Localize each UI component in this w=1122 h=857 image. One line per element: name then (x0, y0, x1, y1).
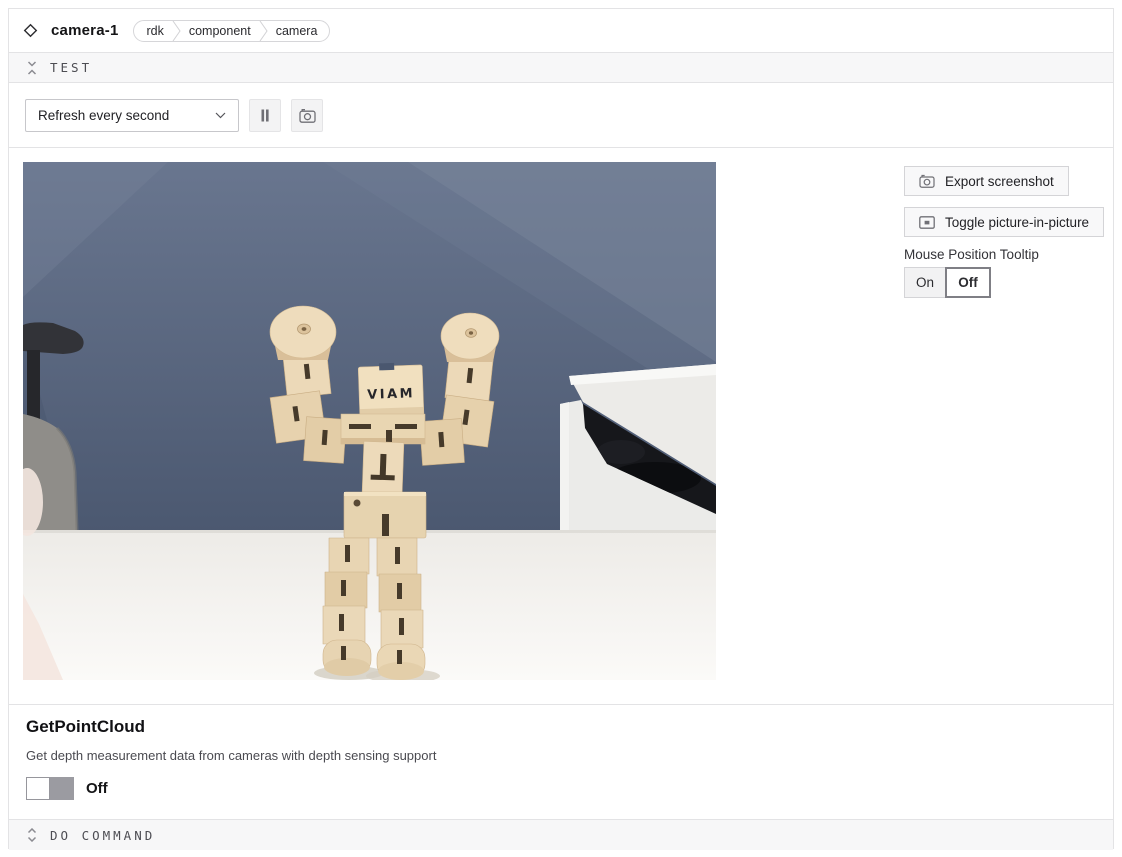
picture-in-picture-icon (919, 216, 935, 229)
breadcrumb-separator-icon (259, 21, 268, 41)
do-command-section-label: DO COMMAND (50, 828, 155, 843)
test-panel-body: VIAM (9, 147, 1113, 704)
refresh-controls: Refresh every second (9, 83, 1113, 147)
toggle-pip-button[interactable]: Toggle picture-in-picture (904, 207, 1104, 237)
do-command-section-header[interactable]: DO COMMAND (9, 819, 1113, 850)
test-section-label: TEST (50, 60, 92, 75)
expand-icon[interactable] (26, 828, 38, 842)
mouse-position-tooltip-label: Mouse Position Tooltip (904, 247, 1039, 262)
breadcrumb-item-camera: camera (276, 24, 318, 38)
get-point-cloud-toggle-state: Off (86, 780, 108, 797)
breadcrumb-item-component: component (189, 24, 251, 38)
get-point-cloud-toggle[interactable] (26, 777, 74, 800)
toggle-pip-label: Toggle picture-in-picture (945, 215, 1089, 230)
camera-icon (919, 174, 935, 188)
mouse-tooltip-segmented-control: On Off (904, 267, 991, 298)
pause-refresh-button[interactable] (249, 99, 281, 132)
get-point-cloud-description: Get depth measurement data from cameras … (26, 748, 436, 763)
camera-icon (299, 108, 316, 123)
side-cabinet (560, 364, 716, 530)
get-point-cloud-section: GetPointCloud Get depth measurement data… (9, 704, 1113, 819)
get-point-cloud-toggle-row: Off (26, 777, 108, 800)
refresh-rate-select[interactable]: Refresh every second (25, 99, 239, 132)
camera-panel-page: camera-1 rdk component camera TEST (0, 0, 1122, 857)
toggle-knob (26, 777, 50, 800)
screenshot-button[interactable] (291, 99, 323, 132)
resource-diamond-icon (23, 23, 38, 38)
page-title: camera-1 (51, 22, 118, 39)
test-section-header[interactable]: TEST (9, 52, 1113, 83)
tooltip-on-button[interactable]: On (904, 267, 946, 298)
tooltip-off-button[interactable]: Off (945, 267, 991, 298)
collapse-icon[interactable] (26, 61, 38, 75)
chevron-down-icon (215, 112, 226, 119)
camera-feed[interactable]: VIAM (23, 162, 716, 680)
breadcrumb-item-rdk: rdk (146, 24, 163, 38)
refresh-rate-value: Refresh every second (38, 108, 169, 123)
card-header: camera-1 rdk component camera (9, 9, 1113, 52)
breadcrumb: rdk component camera (133, 20, 330, 42)
camera-card: camera-1 rdk component camera TEST (8, 8, 1114, 849)
breadcrumb-separator-icon (172, 21, 181, 41)
get-point-cloud-title: GetPointCloud (26, 717, 145, 737)
export-screenshot-label: Export screenshot (945, 174, 1054, 189)
pause-icon (259, 109, 271, 122)
viam-logo: VIAM (367, 386, 415, 403)
export-screenshot-button[interactable]: Export screenshot (904, 166, 1069, 196)
